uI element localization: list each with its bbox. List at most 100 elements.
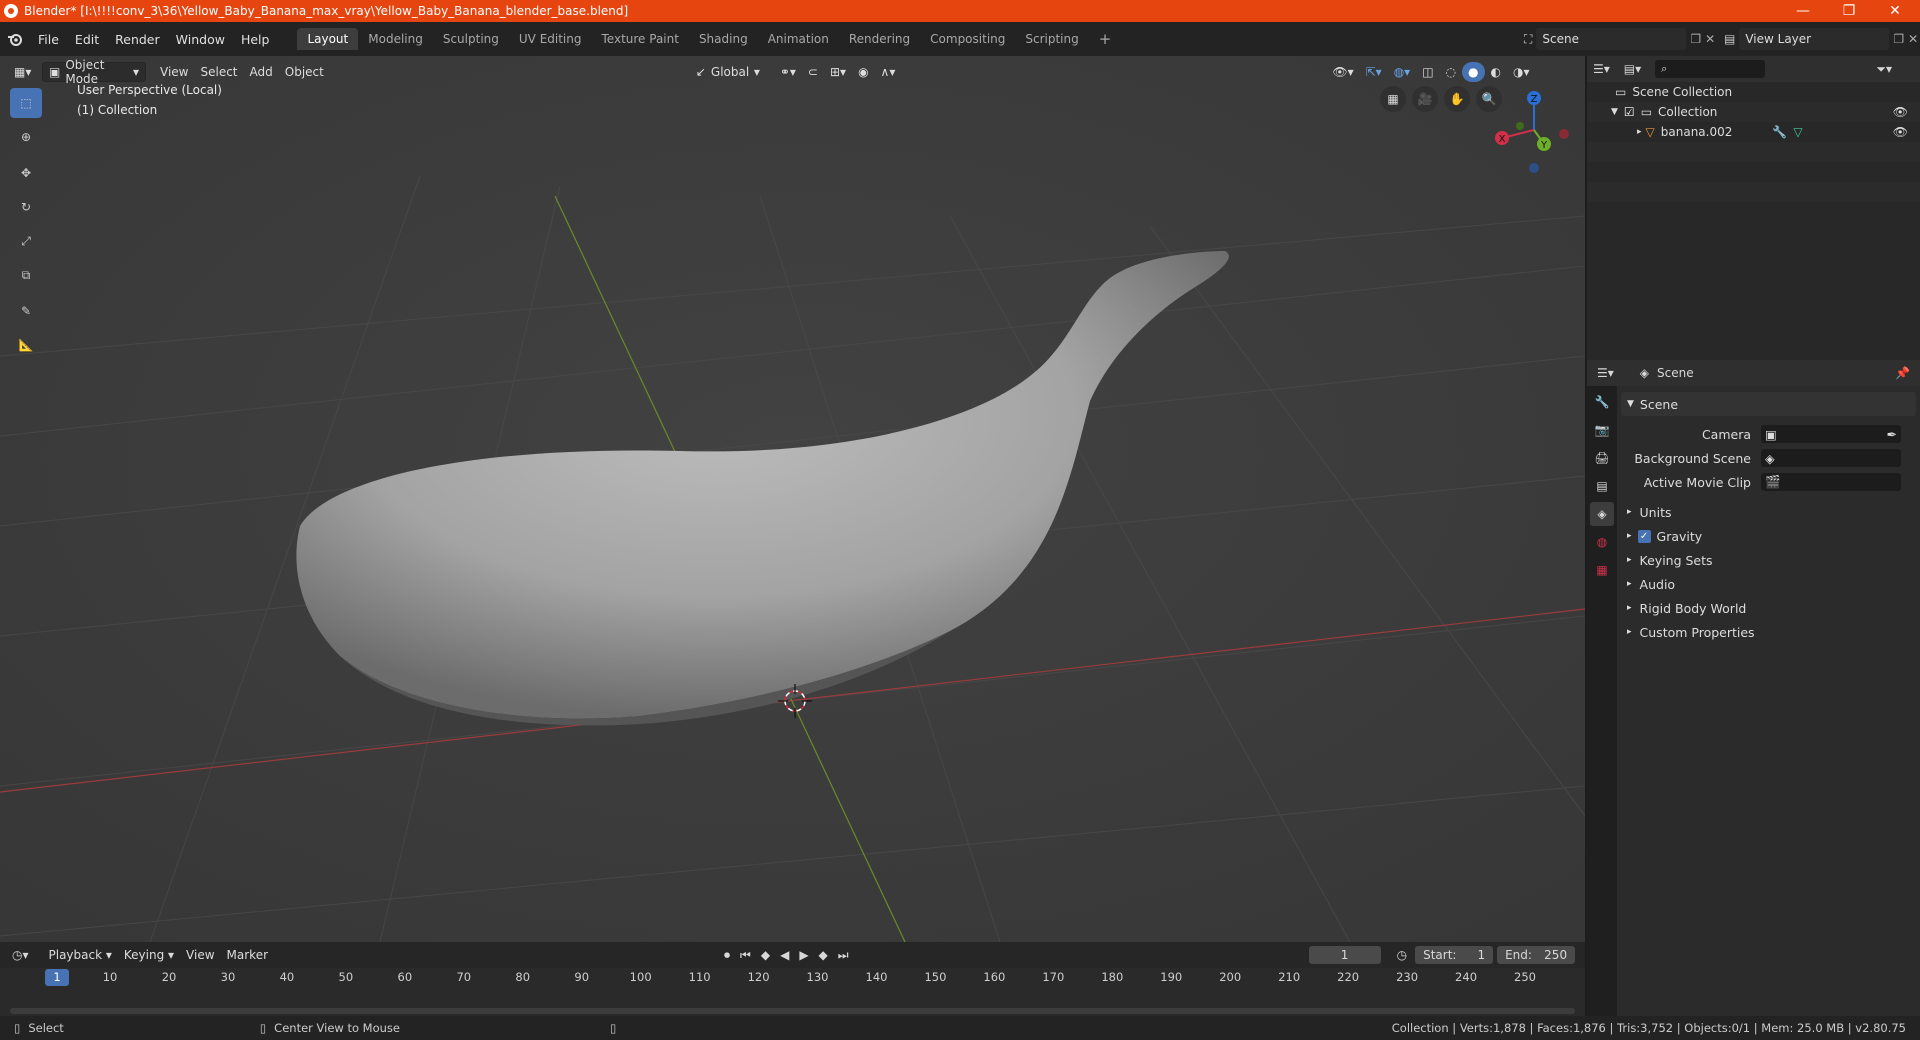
view-layer-tab-icon[interactable]: ▤ <box>1590 474 1614 498</box>
editor-type-icon[interactable]: ▦▾ <box>8 62 42 82</box>
end-frame-field[interactable]: End: 250 <box>1497 946 1576 964</box>
menu-help[interactable]: Help <box>233 32 278 47</box>
ortho-toggle-icon[interactable]: ▦ <box>1380 86 1406 112</box>
delete-view-layer-icon[interactable]: ✕ <box>1908 32 1918 46</box>
tab-animation[interactable]: Animation <box>758 28 839 50</box>
material-shading-icon[interactable]: ◐ <box>1485 62 1507 82</box>
xray-toggle-icon[interactable]: ◫ <box>1416 62 1439 82</box>
expand-arrow-icon[interactable]: ▸ <box>1637 127 1642 137</box>
select-box-tool-icon[interactable]: ⬚ <box>10 88 42 118</box>
rendered-shading-icon[interactable]: ◑▾ <box>1507 62 1536 82</box>
panel-custom-properties[interactable]: ▸ Custom Properties <box>1621 620 1916 644</box>
camera-field[interactable]: ▣ ✒ <box>1761 425 1901 443</box>
panel-gravity[interactable]: ▸ ✓ Gravity <box>1621 524 1916 548</box>
output-tab-icon[interactable]: 🖨 <box>1590 446 1614 470</box>
scene-tab-icon[interactable]: ◈ <box>1590 502 1614 526</box>
3d-viewport[interactable]: ▦▾ ▣ Object Mode ▾ View Select Add Objec… <box>0 56 1585 942</box>
maximize-button[interactable]: ❐ <box>1826 0 1872 22</box>
timeline-menu-playback[interactable]: Playback ▾ <box>43 945 118 965</box>
wireframe-shading-icon[interactable]: ◌ <box>1440 62 1462 82</box>
pin-icon[interactable]: 📌 <box>1895 366 1910 380</box>
tab-layout[interactable]: Layout <box>297 28 359 50</box>
new-view-layer-icon[interactable]: ❐ <box>1893 32 1904 46</box>
expand-arrow-icon[interactable]: ▼ <box>1611 107 1618 117</box>
display-mode-icon[interactable]: ▤▾ <box>1624 62 1641 76</box>
tab-sculpting[interactable]: Sculpting <box>433 28 509 50</box>
prev-keyframe-icon[interactable]: ◆ <box>761 948 770 962</box>
visibility-icon[interactable]: 👁▾ <box>1326 62 1359 82</box>
scene-selector[interactable]: Scene <box>1536 28 1687 50</box>
menu-file[interactable]: File <box>30 32 67 47</box>
move-tool-icon[interactable]: ✥ <box>10 158 42 188</box>
tool-tab-icon[interactable]: 🔧 <box>1590 390 1614 414</box>
menu-render[interactable]: Render <box>107 32 168 47</box>
scene-section-header[interactable]: ▼ Scene <box>1621 392 1916 416</box>
outliner-editor-icon[interactable]: ☰▾ <box>1593 62 1610 76</box>
timeline-ruler[interactable]: 1 10 20 30 40 50 60 70 80 90 100 110 120 130 140 150 160… <box>0 968 1585 988</box>
next-keyframe-icon[interactable]: ◆ <box>819 948 828 962</box>
timeline-menu-keying[interactable]: Keying ▾ <box>118 945 180 965</box>
snap-target-icon[interactable]: ⊞▾ <box>824 62 852 82</box>
add-workspace-button[interactable]: + <box>1089 26 1122 52</box>
clock-icon[interactable]: ◷ <box>1397 948 1407 962</box>
delete-scene-icon[interactable]: ✕ <box>1705 32 1715 46</box>
annotate-tool-icon[interactable]: ✎ <box>10 296 42 326</box>
panel-keying-sets[interactable]: ▸ Keying Sets <box>1621 548 1916 572</box>
properties-editor-icon[interactable]: ☰▾ <box>1597 366 1614 380</box>
outliner-search-input[interactable]: ⌕ <box>1655 60 1766 78</box>
record-icon[interactable]: ⏺ <box>724 948 730 963</box>
render-tab-icon[interactable]: 📷 <box>1590 418 1614 442</box>
background-scene-field[interactable]: ◈ <box>1761 449 1901 467</box>
view-layer-icon[interactable]: ▤ <box>1724 32 1735 46</box>
viewport-menu-object[interactable]: Object <box>279 62 330 82</box>
viewport-menu-view[interactable]: View <box>154 62 194 82</box>
start-frame-field[interactable]: Start: 1 <box>1415 946 1494 964</box>
eye-icon[interactable]: 👁 <box>1893 105 1908 119</box>
rotate-tool-icon[interactable]: ↻ <box>10 192 42 222</box>
transform-orientation-selector[interactable]: ↙ Global ▾ <box>690 62 766 82</box>
world-tab-icon[interactable]: ◍ <box>1590 530 1614 554</box>
outliner-row-scene-collection[interactable]: ▭ Scene Collection <box>1587 82 1920 102</box>
gizmo-neg-z-icon[interactable] <box>1529 163 1539 173</box>
play-icon[interactable]: ▶ <box>799 948 808 962</box>
cursor-tool-icon[interactable]: ⊕ <box>10 122 42 152</box>
menu-window[interactable]: Window <box>168 32 233 47</box>
eye-icon[interactable]: 👁 <box>1893 125 1908 139</box>
scene-icon[interactable]: ⛶ <box>1524 32 1532 47</box>
proportional-edit-icon[interactable]: ◉ <box>852 62 874 82</box>
timeline-editor-icon[interactable]: ◷▾ <box>12 948 29 962</box>
gizmo-toggle-icon[interactable]: ⇱▾ <box>1360 62 1388 82</box>
scale-tool-icon[interactable]: ⤢ <box>10 226 42 256</box>
overlay-toggle-icon[interactable]: ◍▾ <box>1388 62 1417 82</box>
panel-rigid-body-world[interactable]: ▸ Rigid Body World <box>1621 596 1916 620</box>
timeline-scrollbar[interactable] <box>10 1008 1575 1014</box>
eyedropper-icon[interactable]: ✒ <box>1887 427 1897 442</box>
tab-compositing[interactable]: Compositing <box>920 28 1015 50</box>
texture-tab-icon[interactable]: ▦ <box>1590 558 1614 582</box>
gravity-checkbox[interactable]: ✓ <box>1637 529 1651 543</box>
outliner-row-banana[interactable]: ▸ ▽ banana.002 🔧 ▽ 👁 <box>1587 122 1920 142</box>
minimize-button[interactable]: — <box>1780 0 1826 22</box>
jump-end-icon[interactable]: ⏭ <box>838 948 849 963</box>
tab-shading[interactable]: Shading <box>689 28 758 50</box>
outliner-row-collection[interactable]: ▼ ☑ ▭ Collection 👁 <box>1587 102 1920 122</box>
tab-modeling[interactable]: Modeling <box>358 28 433 50</box>
current-frame-field[interactable]: 1 <box>1308 946 1381 964</box>
panel-audio[interactable]: ▸ Audio <box>1621 572 1916 596</box>
close-button[interactable]: ✕ <box>1872 0 1918 22</box>
gizmo-neg-y-icon[interactable] <box>1516 122 1524 130</box>
measure-tool-icon[interactable]: 📐 <box>10 330 42 360</box>
filter-icon[interactable]: ⏷▾ <box>1876 62 1892 77</box>
tab-uv-editing[interactable]: UV Editing <box>509 28 592 50</box>
timeline-menu-marker[interactable]: Marker <box>221 945 274 965</box>
gizmo-neg-x-icon[interactable] <box>1559 129 1569 139</box>
solid-shading-icon[interactable]: ● <box>1462 62 1485 82</box>
checkbox-icon[interactable]: ☑ <box>1624 105 1635 119</box>
mesh-data-icon[interactable]: ▽ <box>1793 125 1802 139</box>
timeline-menu-view[interactable]: View <box>180 945 220 965</box>
tab-rendering[interactable]: Rendering <box>839 28 920 50</box>
viewport-menu-select[interactable]: Select <box>194 62 243 82</box>
camera-view-icon[interactable]: 🎥 <box>1412 86 1438 112</box>
play-reverse-icon[interactable]: ◀ <box>780 948 789 962</box>
new-scene-icon[interactable]: ❐ <box>1690 32 1701 46</box>
